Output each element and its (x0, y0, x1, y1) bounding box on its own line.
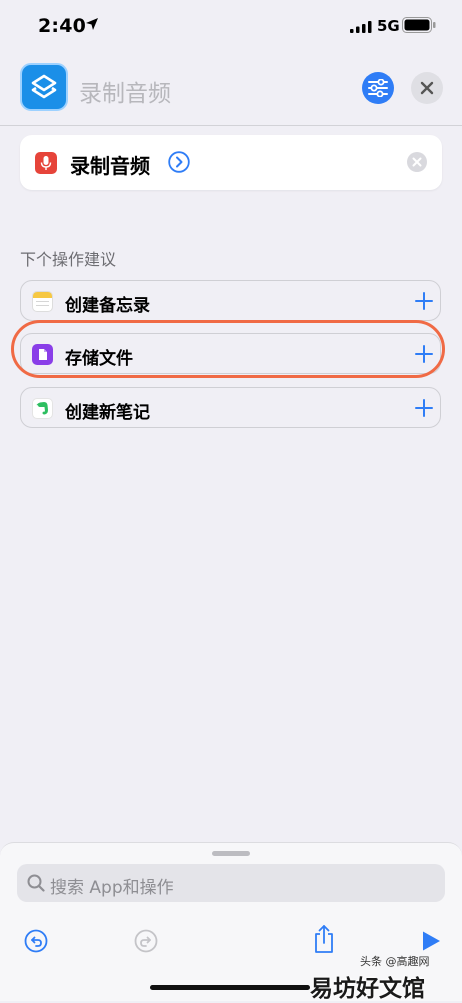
add-icon[interactable] (415, 292, 433, 310)
add-icon[interactable] (415, 399, 433, 417)
suggestion-save-file[interactable]: 存储文件 (20, 333, 441, 374)
files-icon (32, 344, 53, 365)
close-icon (420, 81, 434, 95)
search-placeholder: 搜索 App和操作 (50, 878, 174, 898)
evernote-icon (32, 398, 53, 419)
redo-icon[interactable] (134, 929, 158, 953)
sliders-icon (368, 79, 388, 97)
close-button[interactable] (411, 72, 443, 104)
location-arrow-icon (86, 18, 98, 30)
share-icon[interactable] (313, 924, 335, 954)
search-bar[interactable]: 搜索 App和操作 (17, 864, 445, 902)
status-bar: 2:40 5G (0, 0, 462, 50)
search-icon (27, 874, 45, 892)
action-card-record-audio[interactable]: 录制音频 (20, 135, 442, 190)
shortcut-title[interactable]: 录制音频 (79, 74, 171, 108)
notes-icon (32, 291, 53, 312)
play-icon[interactable] (421, 930, 441, 952)
home-indicator (150, 985, 310, 990)
watermark-small-text: 头条 @高趣网 (360, 955, 430, 968)
bottom-sheet: 搜索 App和操作 易坊好文馆 (0, 842, 462, 1002)
status-time: 2:40 (38, 15, 87, 37)
signal-icon (350, 21, 372, 33)
suggestion-create-note[interactable]: 创建备忘录 (20, 280, 441, 321)
add-icon[interactable] (415, 345, 433, 363)
suggestion-label: 存储文件 (65, 349, 133, 369)
battery-icon (402, 17, 436, 33)
sheet-grabber[interactable] (212, 851, 250, 856)
undo-icon[interactable] (24, 929, 48, 953)
chevron-right-circle-icon[interactable] (168, 151, 190, 173)
suggestion-create-new-note[interactable]: 创建新笔记 (20, 387, 441, 428)
editor-header: 录制音频 (0, 50, 462, 126)
shortcuts-layers-icon (31, 74, 57, 99)
suggestion-label: 创建备忘录 (65, 296, 150, 316)
suggestion-label: 创建新笔记 (65, 403, 150, 423)
watermark-text: 易坊好文馆 (310, 976, 425, 1002)
microphone-icon (35, 152, 57, 174)
action-name: 录制音频 (70, 154, 150, 178)
shortcuts-app-icon[interactable] (20, 63, 68, 111)
suggestions-title: 下个操作建议 (20, 250, 117, 269)
network-label: 5G (377, 17, 400, 35)
settings-button[interactable] (362, 72, 394, 104)
remove-action-icon[interactable] (406, 151, 428, 173)
